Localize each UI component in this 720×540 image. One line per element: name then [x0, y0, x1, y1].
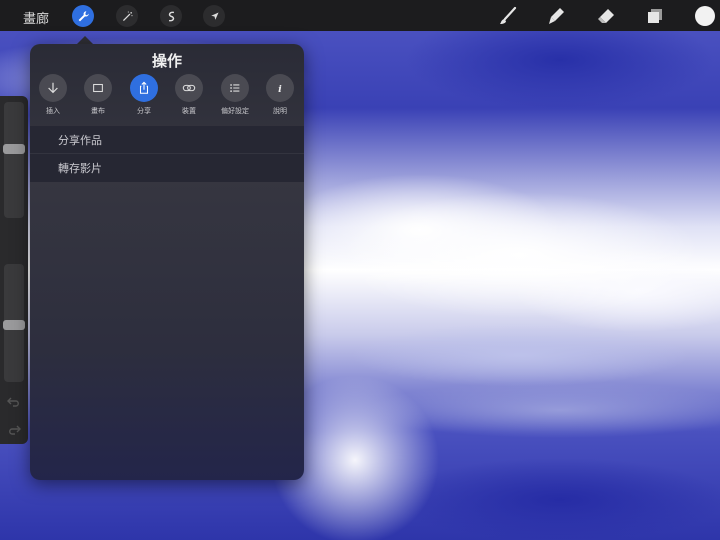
popover-caret	[77, 36, 93, 44]
brush-icon[interactable]	[498, 6, 518, 26]
undo-icon[interactable]	[6, 394, 22, 410]
actions-tabs: 插入 畫布 分享 裝置 偏好設定 i 說明	[30, 74, 304, 124]
share-options-list: 分享作品 轉存影片	[30, 126, 304, 182]
selection-button[interactable]	[160, 5, 182, 27]
share-icon	[139, 81, 149, 94]
layers-icon[interactable]	[645, 6, 665, 26]
brush-size-slider[interactable]	[4, 102, 24, 218]
share-artwork-item[interactable]: 分享作品	[58, 132, 102, 148]
opacity-handle[interactable]	[3, 320, 25, 330]
magic-wand-icon	[122, 10, 133, 21]
tab-label: 裝置	[182, 107, 196, 115]
arrow-cursor-icon	[210, 11, 219, 20]
list-icon	[230, 84, 240, 92]
transform-button[interactable]	[203, 5, 225, 27]
tab-preferences[interactable]: 偏好設定	[212, 74, 258, 116]
tab-label: 畫布	[91, 107, 105, 115]
panel-title: 操作	[151, 52, 182, 70]
wrench-icon	[78, 10, 89, 21]
tab-label: 插入	[46, 107, 60, 115]
tab-insert[interactable]: 插入	[30, 74, 76, 116]
svg-text:i: i	[278, 84, 282, 95]
smudge-icon[interactable]	[546, 6, 566, 26]
tab-canvas[interactable]: 畫布	[75, 74, 121, 116]
tab-device[interactable]: 裝置	[166, 74, 212, 116]
brush-size-handle[interactable]	[3, 144, 25, 154]
tab-label: 說明	[273, 107, 287, 115]
tab-help[interactable]: i 說明	[257, 74, 303, 116]
arrow-down-icon	[48, 82, 58, 94]
actions-panel: 操作 插入 畫布 分享 裝置 偏好設定 i 說明 分享作品 轉存影片	[30, 44, 304, 480]
color-picker-button[interactable]	[695, 6, 715, 26]
divider	[30, 153, 304, 154]
info-icon: i	[278, 84, 282, 95]
canvas-icon	[93, 83, 103, 93]
side-bar	[0, 96, 28, 444]
top-toolbar: 畫廊	[0, 0, 720, 31]
redo-icon[interactable]	[6, 422, 22, 438]
gallery-button[interactable]: 畫廊	[23, 8, 49, 27]
tab-share[interactable]: 分享	[121, 74, 167, 116]
export-video-item[interactable]: 轉存影片	[58, 160, 102, 176]
tab-label: 分享	[137, 107, 151, 115]
tab-label: 偏好設定	[221, 107, 249, 115]
actions-button[interactable]	[72, 5, 94, 27]
adjustments-button[interactable]	[116, 5, 138, 27]
link-icon	[182, 84, 196, 92]
selection-icon	[168, 11, 174, 21]
eraser-icon[interactable]	[596, 6, 616, 26]
